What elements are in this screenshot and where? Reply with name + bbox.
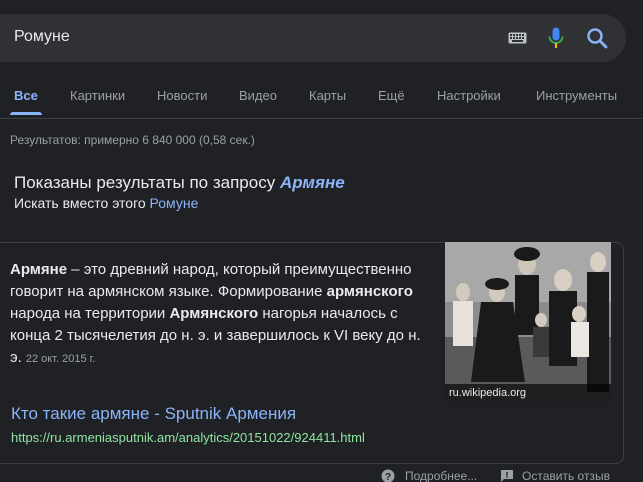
snippet-bold: армянского	[326, 283, 413, 300]
corrected-query-link[interactable]: Армяне	[280, 173, 345, 192]
family-photo	[445, 242, 611, 402]
tab-images[interactable]: Картинки	[70, 88, 125, 103]
tab-more[interactable]: Ещё	[378, 88, 405, 103]
tab-all[interactable]: Все	[14, 88, 38, 103]
search-bar[interactable]: Ромуне	[0, 14, 626, 62]
tab-settings[interactable]: Настройки	[437, 88, 501, 103]
search-results-page: Ромуне Все Картинки Новости Видео Карты …	[0, 0, 643, 482]
search-instead: Искать вместо этого Ромуне	[14, 195, 198, 211]
search-icon[interactable]	[586, 27, 608, 49]
tab-maps[interactable]: Карты	[309, 88, 346, 103]
snippet-bold: Армянского	[169, 305, 259, 322]
mic-icon[interactable]	[548, 27, 564, 49]
original-query-link[interactable]: Ромуне	[150, 195, 199, 211]
search-input[interactable]: Ромуне	[14, 28, 70, 46]
result-stats: Результатов: примерно 6 840 000 (0,58 се…	[10, 133, 255, 147]
snippet-text: Армяне – это древний народ, который преи…	[10, 259, 430, 370]
tabs-divider	[0, 118, 643, 119]
snippet-footer: ? Подробнее... Оставить отзыв	[0, 466, 643, 482]
snippet-date: 22 окт. 2015 г.	[25, 353, 96, 365]
search-instead-prefix: Искать вместо этого	[14, 195, 146, 211]
result-title-link[interactable]: Кто такие армяне - Sputnik Армения	[11, 404, 296, 424]
tab-video[interactable]: Видео	[239, 88, 277, 103]
image-source-caption: ru.wikipedia.org	[445, 384, 611, 402]
snippet-part: народа на территории	[10, 305, 170, 322]
feedback-link[interactable]: Оставить отзыв	[522, 469, 610, 482]
feedback-icon[interactable]	[500, 469, 514, 482]
search-tabs: Все Картинки Новости Видео Карты Ещё Нас…	[0, 80, 643, 118]
help-icon[interactable]: ?	[381, 469, 395, 482]
spelling-correction: Показаны результаты по запросу Армяне	[14, 173, 345, 193]
snippet-image[interactable]: ru.wikipedia.org	[445, 242, 611, 402]
more-info-link[interactable]: Подробнее...	[405, 469, 477, 482]
active-tab-indicator	[10, 112, 42, 115]
svg-text:?: ?	[385, 472, 391, 482]
tab-news[interactable]: Новости	[157, 88, 207, 103]
tab-tools[interactable]: Инструменты	[536, 88, 617, 103]
shown-for-prefix: Показаны результаты по запросу	[14, 173, 276, 192]
result-url[interactable]: https://ru.armeniasputnik.am/analytics/2…	[11, 430, 365, 445]
keyboard-icon[interactable]	[508, 30, 527, 46]
snippet-bold: Армяне	[10, 261, 68, 278]
